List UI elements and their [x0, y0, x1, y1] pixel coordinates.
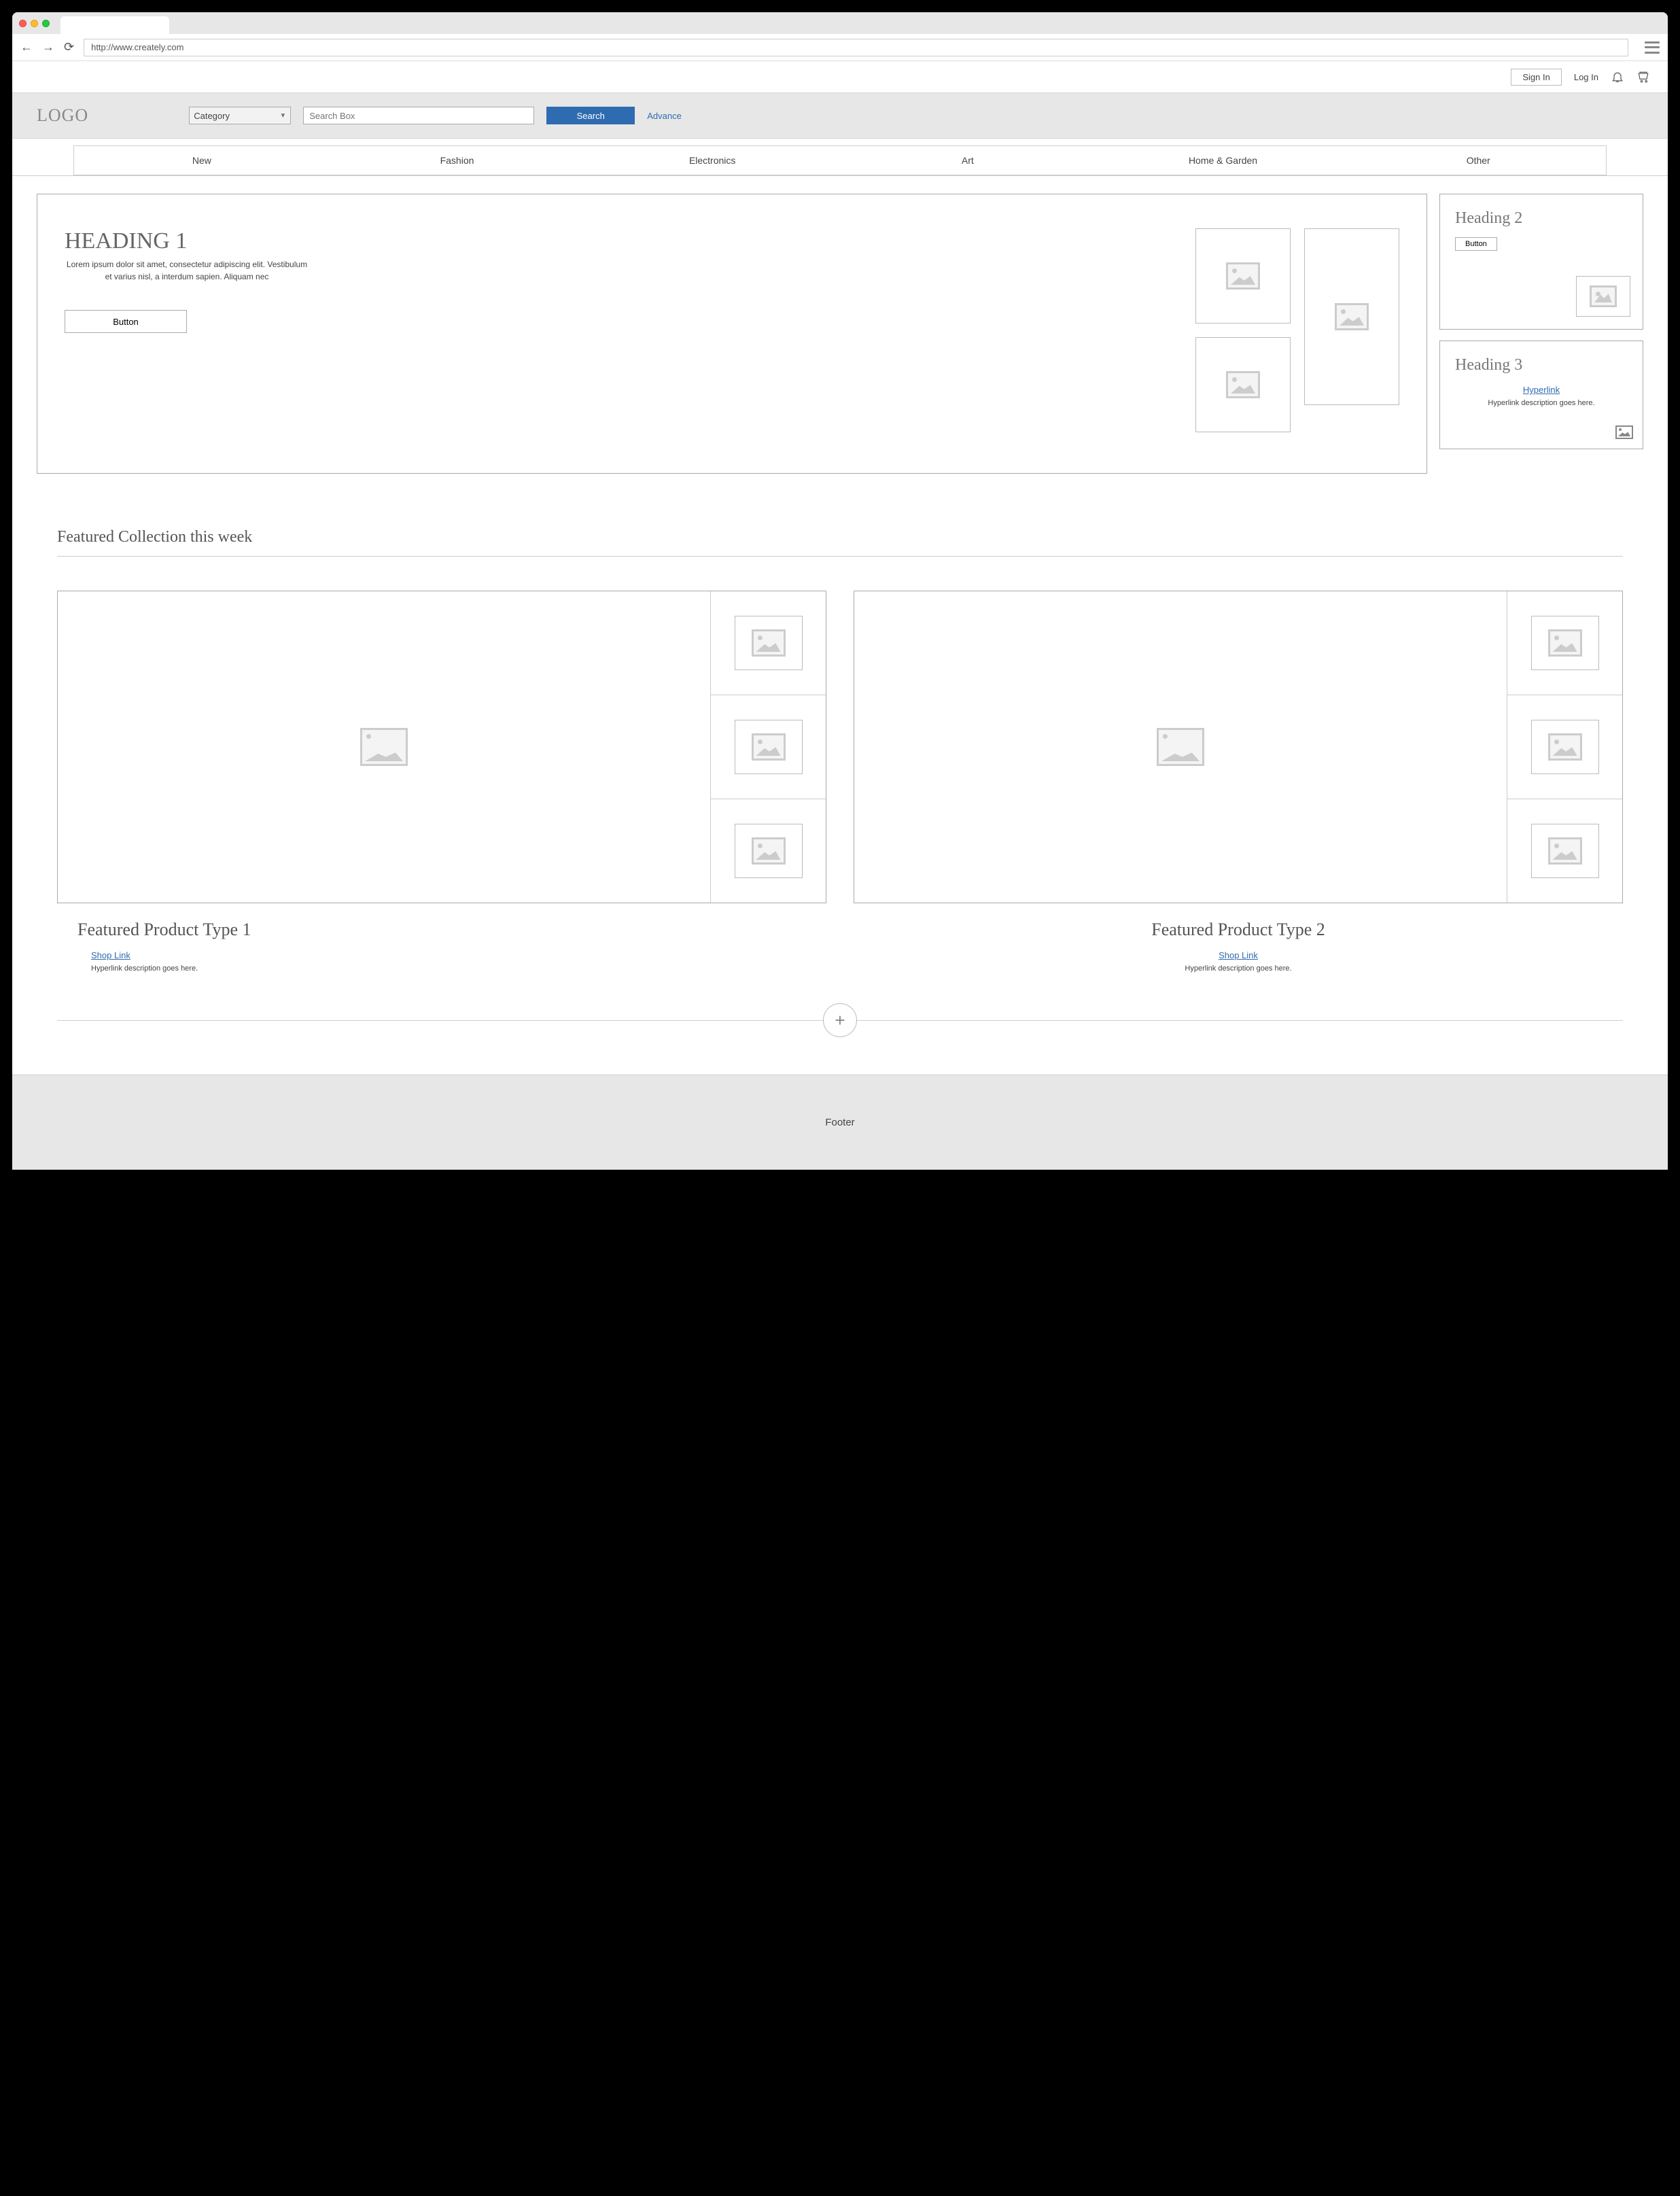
sign-in-button[interactable]: Sign In — [1511, 69, 1561, 86]
shop-link-2[interactable]: Shop Link — [1219, 950, 1258, 960]
shop-link-desc-1: Hyperlink description goes here. — [91, 964, 826, 973]
featured-thumb[interactable] — [1507, 591, 1622, 695]
featured-thumb[interactable] — [1507, 695, 1622, 799]
category-select-label: Category — [194, 111, 230, 121]
category-nav: New Fashion Electronics Art Home & Garde… — [73, 145, 1607, 175]
nav-item-new[interactable]: New — [74, 146, 330, 175]
image-icon — [752, 733, 786, 761]
shop-link-desc-2: Hyperlink description goes here. — [854, 964, 1623, 973]
nav-item-art[interactable]: Art — [840, 146, 1096, 175]
image-icon — [1590, 285, 1617, 307]
image-icon — [1615, 425, 1633, 439]
image-placeholder — [1195, 337, 1291, 432]
load-more-button[interactable]: + — [823, 1003, 857, 1037]
chevron-down-icon: ▼ — [279, 112, 286, 120]
side-heading-3: Heading 3 — [1455, 356, 1628, 374]
browser-addressbar: ← → ⟳ http://www.creately.com — [12, 34, 1668, 61]
nav-item-electronics[interactable]: Electronics — [584, 146, 840, 175]
url-input[interactable]: http://www.creately.com — [84, 39, 1628, 56]
featured-main-image — [58, 591, 710, 903]
image-icon — [752, 837, 786, 865]
hero-heading: HEADING 1 — [65, 228, 1161, 254]
image-icon — [1226, 371, 1260, 398]
search-header: LOGO Category ▼ Search Advance — [12, 92, 1668, 139]
image-icon — [1548, 629, 1582, 657]
image-icon — [1226, 262, 1260, 290]
featured-thumb[interactable] — [711, 591, 826, 695]
featured-title-1: Featured Product Type 1 — [77, 920, 826, 940]
featured-title-2: Featured Product Type 2 — [854, 920, 1623, 940]
featured-thumb[interactable] — [711, 695, 826, 799]
account-bar: Sign In Log In — [12, 61, 1668, 92]
nav-item-home-garden[interactable]: Home & Garden — [1096, 146, 1351, 175]
logo: LOGO — [37, 105, 88, 126]
cart-icon[interactable] — [1637, 70, 1650, 84]
image-icon — [752, 629, 786, 657]
image-placeholder — [1576, 276, 1630, 317]
hyperlink-desc: Hyperlink description goes here. — [1455, 399, 1628, 407]
advance-link[interactable]: Advance — [647, 111, 682, 121]
minimize-window-icon[interactable] — [31, 20, 38, 27]
featured-main-image — [854, 591, 1507, 903]
footer: Footer — [12, 1075, 1668, 1170]
featured-section-title: Featured Collection this week — [57, 528, 1643, 546]
browser-tab[interactable] — [60, 16, 169, 34]
shop-link-1[interactable]: Shop Link — [91, 950, 130, 960]
featured-card-1: Featured Product Type 1 Shop Link Hyperl… — [57, 591, 826, 973]
hero-body: Lorem ipsum dolor sit amet, consectetur … — [65, 258, 309, 283]
reload-icon[interactable]: ⟳ — [64, 40, 74, 54]
image-icon — [1335, 303, 1369, 330]
back-icon[interactable]: ← — [20, 40, 33, 54]
browser-tabbar — [12, 12, 1668, 34]
maximize-window-icon[interactable] — [42, 20, 50, 27]
image-placeholder — [1304, 228, 1399, 405]
side-panel-2: Heading 3 Hyperlink Hyperlink descriptio… — [1439, 341, 1643, 449]
nav-item-fashion[interactable]: Fashion — [330, 146, 585, 175]
log-in-link[interactable]: Log In — [1574, 72, 1598, 82]
side-panel-1: Heading 2 Button — [1439, 194, 1643, 330]
featured-thumb[interactable] — [711, 799, 826, 903]
image-icon — [1157, 728, 1204, 766]
category-select[interactable]: Category ▼ — [189, 107, 291, 124]
side-button[interactable]: Button — [1455, 237, 1497, 251]
hyperlink[interactable]: Hyperlink — [1523, 385, 1560, 395]
side-heading-2: Heading 2 — [1455, 209, 1628, 228]
search-button[interactable]: Search — [546, 107, 635, 124]
image-icon — [1548, 733, 1582, 761]
featured-card-2: Featured Product Type 2 Shop Link Hyperl… — [854, 591, 1623, 973]
search-input[interactable] — [303, 107, 534, 124]
bell-icon[interactable] — [1611, 70, 1624, 84]
image-icon — [360, 728, 408, 766]
hero-button[interactable]: Button — [65, 310, 187, 333]
close-window-icon[interactable] — [19, 20, 27, 27]
featured-thumb[interactable] — [1507, 799, 1622, 903]
image-icon — [1548, 837, 1582, 865]
nav-item-other[interactable]: Other — [1350, 146, 1606, 175]
menu-icon[interactable] — [1645, 41, 1660, 54]
forward-icon[interactable]: → — [42, 40, 54, 54]
hero-panel: HEADING 1 Lorem ipsum dolor sit amet, co… — [37, 194, 1427, 474]
image-placeholder — [1195, 228, 1291, 324]
